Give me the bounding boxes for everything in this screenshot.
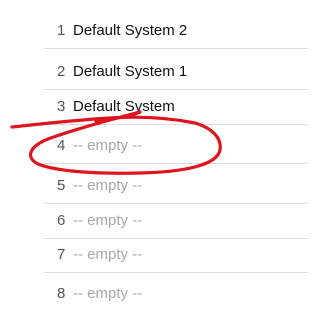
slot-number: 6 — [57, 212, 66, 229]
slot-name: -- empty -- — [73, 285, 143, 302]
slot-number: 7 — [57, 246, 66, 263]
slot-number: 4 — [57, 137, 66, 154]
slot-number: 3 — [57, 98, 66, 115]
row-divider — [44, 272, 308, 273]
system-slot-7[interactable]: 7 -- empty -- — [0, 237, 308, 273]
row-divider — [44, 48, 308, 49]
system-slot-5[interactable]: 5 -- empty -- — [0, 168, 308, 204]
system-slot-3[interactable]: 3 Default System — [0, 89, 308, 125]
system-slot-2[interactable]: 2 Default System 1 — [0, 54, 308, 90]
slot-name: -- empty -- — [73, 212, 143, 229]
system-slot-4[interactable]: 4 -- empty -- — [0, 128, 308, 164]
slot-name: -- empty -- — [73, 177, 143, 194]
slot-name: -- empty -- — [73, 137, 143, 154]
slot-number: 5 — [57, 177, 66, 194]
system-slot-list: 1 Default System 2 2 Default System 1 3 … — [0, 0, 308, 314]
slot-name: Default System 1 — [73, 63, 188, 80]
row-divider — [44, 163, 308, 164]
slot-number: 8 — [57, 285, 66, 302]
slot-name: Default System 2 — [73, 22, 188, 39]
system-slot-6[interactable]: 6 -- empty -- — [0, 203, 308, 239]
slot-number: 1 — [57, 22, 66, 39]
system-slot-1[interactable]: 1 Default System 2 — [0, 13, 308, 49]
slot-name: Default System — [73, 98, 175, 115]
system-slot-8[interactable]: 8 -- empty -- — [0, 276, 308, 312]
slot-name: -- empty -- — [73, 246, 143, 263]
slot-number: 2 — [57, 63, 66, 80]
row-divider — [44, 124, 308, 125]
